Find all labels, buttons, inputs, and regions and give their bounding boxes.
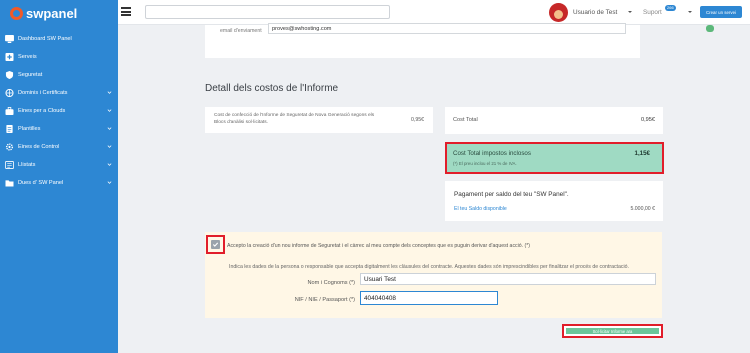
available-balance-label: El teu Saldo disponible bbox=[454, 206, 507, 212]
sidebar-item-label: Dashboard SW Panel bbox=[18, 36, 72, 42]
folder-icon bbox=[5, 179, 14, 187]
balance-payment-title: Pagament per saldo del teu "SW Panel". bbox=[454, 191, 569, 198]
caret-down-icon[interactable] bbox=[688, 11, 692, 13]
sidebar-item-label: Serveis bbox=[18, 54, 37, 60]
main-content: email d'enviament proves@swhosting.com D… bbox=[118, 23, 750, 353]
acceptance-panel: Accepto la creació d'un nou informe de S… bbox=[205, 232, 662, 318]
sidebar-nav: Dashboard SW Panel Serveis Seguretat Dom… bbox=[0, 30, 118, 192]
chevron-down-icon bbox=[107, 127, 112, 130]
globe-icon bbox=[5, 89, 14, 97]
accept-checkbox[interactable] bbox=[206, 235, 225, 254]
list-icon bbox=[5, 161, 14, 169]
document-icon bbox=[5, 125, 14, 133]
tax-note: (*) El preu inclou el 21 % de IVA. bbox=[453, 161, 517, 166]
sidebar-item-serveis[interactable]: Serveis bbox=[0, 48, 118, 66]
full-name-label: Nom i Cognoms (*) bbox=[307, 280, 355, 286]
sidebar-item-dominis[interactable]: Dominis i Certificats bbox=[0, 84, 118, 102]
search-input[interactable] bbox=[145, 5, 390, 19]
shield-icon bbox=[5, 71, 14, 79]
hamburger-menu-icon[interactable] bbox=[121, 7, 131, 16]
dashboard-icon bbox=[5, 35, 14, 43]
logo-icon bbox=[10, 6, 23, 20]
support-badge: 266 bbox=[665, 5, 676, 11]
cost-description-card: Cost de confecció de l'Informe de Segure… bbox=[205, 107, 433, 133]
new-service-button[interactable]: Crear un servei bbox=[700, 6, 742, 18]
sidebar-item-label: Dominis i Certificats bbox=[18, 90, 68, 96]
sidebar-item-label: Eines per a Clouds bbox=[18, 108, 66, 114]
sidebar-item-label: Seguretat bbox=[18, 72, 43, 78]
support-link[interactable]: Suport bbox=[643, 9, 662, 16]
cost-description-price: 0,95€ bbox=[411, 117, 424, 123]
acceptance-info-text: Indica les dades de la persona o respons… bbox=[229, 264, 629, 270]
sidebar-item-label: Llistats bbox=[18, 162, 36, 168]
email-label: email d'enviament bbox=[220, 28, 262, 34]
sidebar-item-dues[interactable]: Dues d' SW Panel bbox=[0, 174, 118, 192]
user-name[interactable]: Usuario de Test bbox=[573, 9, 617, 16]
submit-highlight: Sol·licitar Informe ara bbox=[562, 324, 663, 338]
total-cost-value: 0,95€ bbox=[641, 117, 655, 123]
chevron-down-icon bbox=[107, 109, 112, 112]
checkmark-icon bbox=[211, 240, 220, 249]
sidebar-item-llistats[interactable]: Llistats bbox=[0, 156, 118, 174]
total-with-tax-card: Cost Total impostos inclosos (*) El preu… bbox=[445, 142, 664, 174]
sidebar: swpanel Dashboard SW Panel Serveis Segur… bbox=[0, 0, 118, 353]
total-with-tax-value: 1,15€ bbox=[634, 150, 650, 157]
sidebar-item-eines-control[interactable]: Eines de Control bbox=[0, 138, 118, 156]
email-field[interactable]: proves@swhosting.com bbox=[268, 23, 626, 34]
sidebar-item-eines-clouds[interactable]: Eines per a Clouds bbox=[0, 102, 118, 120]
caret-down-icon[interactable] bbox=[628, 11, 632, 13]
logo-text: swpanel bbox=[26, 5, 78, 21]
chevron-down-icon bbox=[107, 91, 112, 94]
full-name-field[interactable]: Usuari Test bbox=[360, 273, 656, 285]
cost-description: Cost de confecció de l'Informe de Segure… bbox=[214, 113, 375, 125]
chevron-down-icon bbox=[107, 181, 112, 184]
nif-label: NIF / NIE / Passaport (*) bbox=[294, 297, 355, 303]
sidebar-item-label: Eines de Control bbox=[18, 144, 60, 150]
plus-box-icon bbox=[5, 53, 14, 61]
total-cost-card: Cost Total 0,95€ bbox=[445, 107, 663, 134]
sidebar-item-dashboard[interactable]: Dashboard SW Panel bbox=[0, 30, 118, 48]
topbar: Usuario de Test Suport 266 Crear un serv… bbox=[118, 0, 750, 25]
available-balance-value: 5.000,00 € bbox=[630, 206, 655, 212]
sidebar-item-label: Plantilles bbox=[18, 126, 41, 132]
balance-payment-card: Pagament per saldo del teu "SW Panel". E… bbox=[445, 181, 663, 221]
briefcase-icon bbox=[5, 107, 14, 115]
valid-indicator-icon bbox=[706, 25, 714, 32]
email-card: email d'enviament proves@swhosting.com bbox=[205, 23, 714, 58]
accept-terms-text: Accepto la creació d'un nou informe de S… bbox=[227, 243, 531, 249]
avatar[interactable] bbox=[549, 3, 568, 22]
sidebar-item-plantilles[interactable]: Plantilles bbox=[0, 120, 118, 138]
gear-icon bbox=[5, 143, 14, 151]
chevron-down-icon bbox=[107, 163, 112, 166]
swpanel-logo[interactable]: swpanel bbox=[10, 4, 77, 22]
sidebar-item-seguretat[interactable]: Seguretat bbox=[0, 66, 118, 84]
total-with-tax-label: Cost Total impostos inclosos bbox=[453, 150, 531, 157]
sidebar-item-label: Dues d' SW Panel bbox=[18, 180, 64, 186]
request-report-button[interactable]: Sol·licitar Informe ara bbox=[566, 328, 659, 334]
nif-field[interactable]: 404040408 bbox=[360, 291, 498, 305]
page-title: Detall dels costos de l'Informe bbox=[205, 83, 339, 94]
chevron-down-icon bbox=[107, 145, 112, 148]
total-cost-label: Cost Total bbox=[453, 117, 478, 123]
